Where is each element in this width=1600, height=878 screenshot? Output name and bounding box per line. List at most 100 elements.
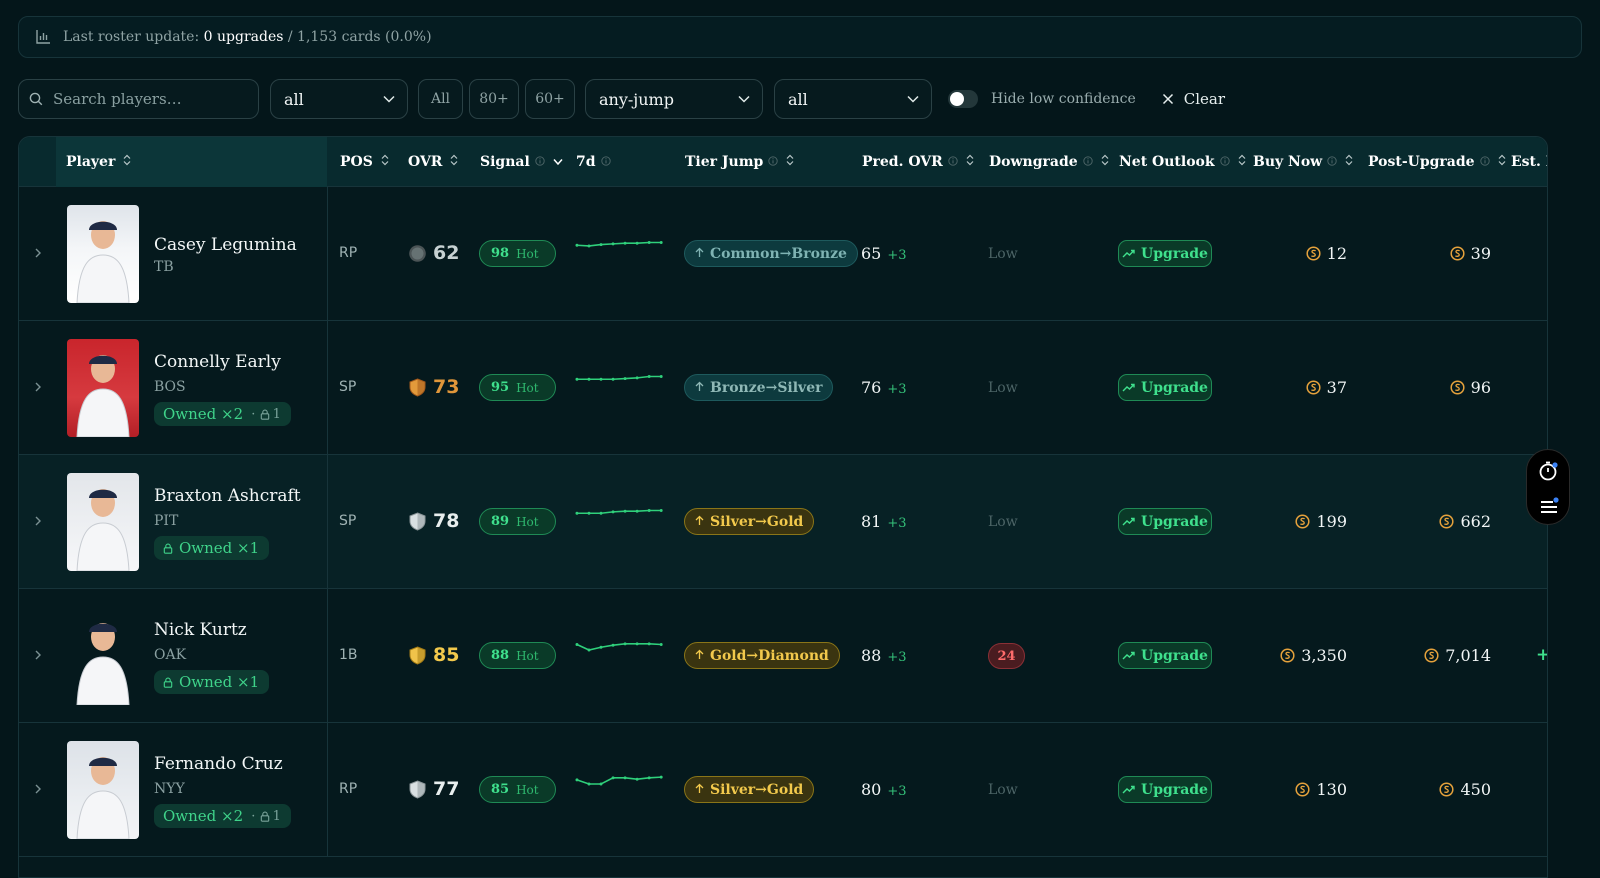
signal-label: Hot xyxy=(516,246,539,261)
locked-count: · 1 xyxy=(247,808,281,824)
chevron-right-icon[interactable] xyxy=(32,379,44,395)
trending-up-icon xyxy=(1122,383,1141,392)
table-row[interactable]: Fernando Cruz NYY Owned ×2 · 1 RP 77 85 Hot Sil… xyxy=(19,723,1547,857)
player-name[interactable]: Casey Legumina xyxy=(154,235,297,255)
col-ovr[interactable]: OVR xyxy=(408,137,458,187)
player-name[interactable]: Fernando Cruz xyxy=(154,754,283,774)
tier-jump-label: Common→Bronze xyxy=(710,245,847,262)
close-icon xyxy=(1162,93,1173,105)
sparkline-point xyxy=(575,778,579,782)
sparkline-point xyxy=(647,509,651,512)
col-buy-now[interactable]: Buy Now xyxy=(1253,137,1353,187)
ovr-cell: 62 xyxy=(408,242,459,264)
hide-low-confidence-toggle[interactable] xyxy=(948,90,978,108)
tier-jump-label: Silver→Gold xyxy=(710,513,804,530)
rating-pill-60[interactable]: 60+ xyxy=(525,79,575,119)
rating-pill-80[interactable]: 80+ xyxy=(469,79,519,119)
coin-icon xyxy=(1306,246,1327,261)
position-cell: SP xyxy=(339,513,357,529)
col-7d[interactable]: 7d xyxy=(576,137,611,187)
player-team: TB xyxy=(154,259,174,275)
trending-up-icon xyxy=(1122,249,1141,258)
sparkline-point xyxy=(575,377,579,381)
roster-update-banner: Last roster update: 0 upgrades / 1,153 c… xyxy=(18,16,1582,58)
owned-badge: Owned ×2 · 1 xyxy=(154,804,291,828)
arrow-up-icon xyxy=(695,380,704,396)
buy-now-cell: 3,350 xyxy=(1280,646,1347,665)
signal-label: Hot xyxy=(516,782,539,797)
post-upgrade-value: 7,014 xyxy=(1445,646,1491,665)
chevron-right-icon[interactable] xyxy=(32,647,44,663)
table-row[interactable]: Nick Kurtz OAK Owned ×1 1B 85 88 Hot Gold→Diamo… xyxy=(19,589,1547,723)
signal-score: 88 xyxy=(491,648,510,663)
ovr-value: 85 xyxy=(433,644,460,666)
search-box[interactable] xyxy=(18,79,259,119)
info-icon xyxy=(1083,154,1093,170)
sparkline-point xyxy=(623,642,627,646)
tier-jump-select-value: any-jump xyxy=(599,89,674,109)
table-row[interactable]: Connelly Early BOS Owned ×2 · 1 SP 73 95 Hot Br… xyxy=(19,321,1547,455)
player-name[interactable]: Connelly Early xyxy=(154,352,281,372)
search-input[interactable] xyxy=(51,89,231,109)
net-outlook-badge: Upgrade xyxy=(1118,374,1212,401)
player-photo xyxy=(67,473,139,571)
tier-badge-icon xyxy=(408,377,433,397)
hide-low-confidence-label: Hide low confidence xyxy=(991,91,1136,107)
clear-button[interactable]: Clear xyxy=(1162,90,1225,108)
clear-label: Clear xyxy=(1183,90,1226,108)
pred-ovr-delta: +3 xyxy=(887,784,907,799)
buy-now-value: 12 xyxy=(1326,244,1347,263)
table-row[interactable]: Braxton Ashcraft PIT Owned ×1 SP 78 89 Hot Silv… xyxy=(19,455,1547,589)
tier-jump-select[interactable]: any-jump xyxy=(585,79,763,119)
chevron-right-icon[interactable] xyxy=(32,781,44,797)
sparkline-point xyxy=(575,643,579,646)
sparkline-point xyxy=(599,511,603,515)
timer-icon[interactable] xyxy=(1538,460,1560,482)
sparkline-point xyxy=(611,776,615,780)
rating-pill-60-label: 60+ xyxy=(535,91,565,107)
player-name[interactable]: Braxton Ashcraft xyxy=(154,486,301,506)
chevron-right-icon[interactable] xyxy=(32,245,44,261)
buy-now-value: 3,350 xyxy=(1301,646,1347,665)
col-pred-ovr[interactable]: Pred. OVR xyxy=(862,137,974,187)
chevron-right-icon[interactable] xyxy=(32,513,44,529)
col-net-outlook[interactable]: Net Outlook xyxy=(1119,137,1246,187)
sparkline-point xyxy=(635,777,639,781)
net-outlook-badge: Upgrade xyxy=(1118,642,1212,669)
net-outlook-label: Upgrade xyxy=(1141,647,1208,664)
tier-jump-badge: Silver→Gold xyxy=(684,776,815,803)
col-downgrade[interactable]: Downgrade xyxy=(989,137,1109,187)
sparkline-point xyxy=(635,509,639,513)
sparkline-point xyxy=(611,242,615,246)
bar-chart-icon xyxy=(36,30,50,44)
sparkline-point xyxy=(647,375,651,378)
coin-icon xyxy=(1280,648,1301,663)
col-7d-label: 7d xyxy=(576,154,596,170)
menu-icon[interactable] xyxy=(1538,495,1560,517)
tier-badge-icon xyxy=(408,645,433,665)
tier-jump-badge: Common→Bronze xyxy=(684,240,858,267)
col-est-label: Est. Pr xyxy=(1511,154,1547,170)
col-player[interactable]: Player xyxy=(56,137,327,187)
7d-sparkline xyxy=(575,642,663,652)
buy-now-cell: 199 xyxy=(1295,512,1347,531)
post-upgrade-value: 96 xyxy=(1470,378,1491,397)
col-pos-label: POS xyxy=(340,154,373,170)
sort-icon xyxy=(123,154,131,170)
filter-select-3[interactable]: all xyxy=(774,79,932,119)
sparkline-point xyxy=(587,377,591,381)
pred-ovr-value: 88 xyxy=(861,646,882,665)
rating-pill-all[interactable]: All xyxy=(418,79,463,119)
table-row[interactable]: Casey Legumina TB RP 62 98 Hot Common→Bronze 65… xyxy=(19,187,1547,321)
filter-select-1[interactable]: all xyxy=(270,79,408,119)
col-est[interactable]: Est. Pr xyxy=(1511,137,1547,187)
tier-badge-icon xyxy=(408,511,433,531)
sparkline-point xyxy=(599,782,603,786)
col-pos[interactable]: POS xyxy=(340,137,389,187)
player-column-divider xyxy=(327,187,328,321)
col-tier-jump[interactable]: Tier Jump xyxy=(685,137,794,187)
col-post-upgrade[interactable]: Post-Upgrade xyxy=(1368,137,1506,187)
col-signal[interactable]: Signal xyxy=(480,137,563,187)
rating-pill-all-label: All xyxy=(430,91,451,107)
player-name[interactable]: Nick Kurtz xyxy=(154,620,247,640)
